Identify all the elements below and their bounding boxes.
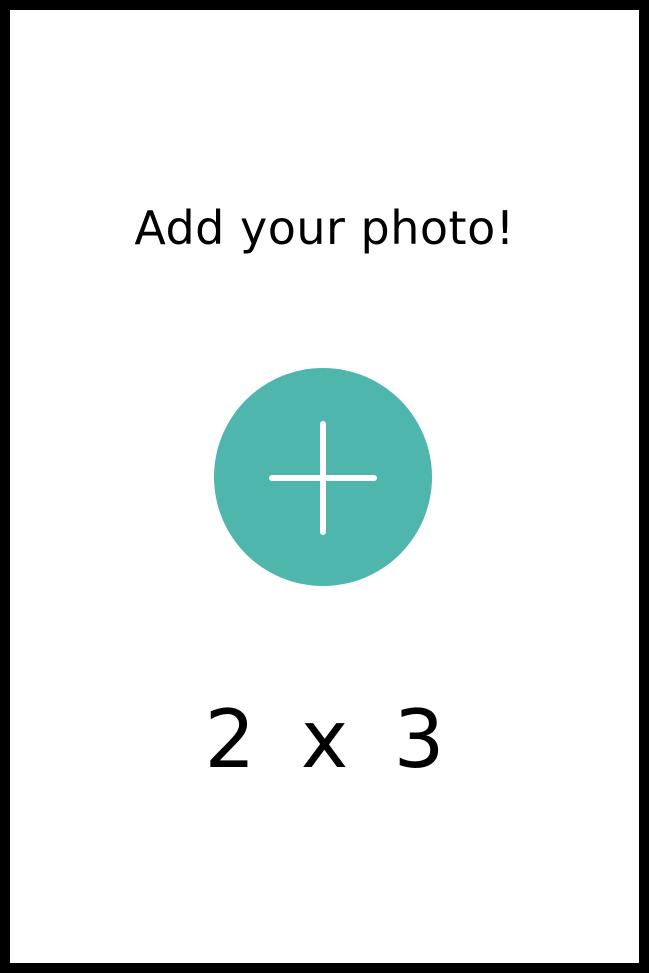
plus-icon bbox=[269, 421, 377, 535]
page-title: Add your photo! bbox=[134, 201, 515, 255]
photo-size-label: 2 x 3 bbox=[204, 693, 445, 786]
photo-card: Add your photo! 2 x 3 bbox=[10, 10, 639, 963]
add-photo-button[interactable] bbox=[214, 368, 432, 586]
